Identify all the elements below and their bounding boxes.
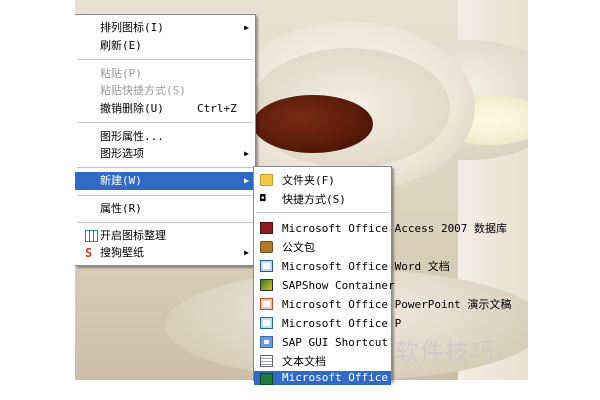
text-document-icon — [260, 355, 273, 367]
wallpaper-tea — [253, 95, 373, 153]
submenu-item-label: 公文包 — [282, 241, 315, 254]
submenu-item-label: Microsoft Office Word 文档 — [282, 260, 450, 273]
menu-item-graphics-options[interactable]: 图形选项 ▶ — [75, 145, 255, 163]
word-icon — [260, 260, 273, 272]
menu-item-arrange-icons[interactable]: 排列图标(I) ▶ — [75, 19, 255, 37]
menu-item-label: 新建(W) — [100, 174, 142, 187]
submenu-item-excel[interactable]: Microsoft Office E — [254, 371, 391, 385]
shortcut-icon: ◘ — [260, 194, 266, 204]
watermark-text: 软件技巧 — [395, 338, 495, 366]
submenu-item-label: Microsoft Office Access 2007 数据库 — [282, 222, 508, 235]
sap-show-icon — [260, 279, 273, 291]
menu-item-paste-shortcut[interactable]: 粘贴快捷方式(S) — [75, 82, 255, 100]
submenu-item-label: Microsoft Office PowerPoint 演示文稿 — [282, 298, 512, 311]
menu-item-paste[interactable]: 粘贴(P) — [75, 65, 255, 83]
sogou-icon: S — [85, 246, 93, 260]
menu-item-new[interactable]: 新建(W) ▶ — [75, 172, 255, 190]
submenu-item-label: 文件夹(F) — [282, 174, 335, 187]
submenu-item-sap-gui-shortcut[interactable]: SAP GUI Shortcut — [254, 333, 391, 352]
submenu-arrow-icon: ▶ — [244, 23, 249, 32]
menu-item-icon-organizer[interactable]: 开启图标整理 — [75, 227, 255, 245]
desktop-context-menu: 排列图标(I) ▶ 刷新(E) 粘贴(P) 粘贴快捷方式(S) 撤销删除(U) … — [75, 14, 256, 266]
menu-separator — [77, 222, 253, 223]
submenu-arrow-icon: ▶ — [244, 176, 249, 185]
menu-item-refresh[interactable]: 刷新(E) — [75, 37, 255, 55]
menu-separator — [77, 195, 253, 196]
menu-item-label: 属性(R) — [100, 202, 142, 215]
menu-item-label: 撤销删除(U) — [100, 102, 164, 115]
submenu-item-publisher[interactable]: Microsoft Office P — [254, 314, 401, 333]
submenu-item-label: 文本文档 — [282, 355, 326, 368]
menu-separator — [77, 167, 253, 168]
submenu-arrow-icon: ▶ — [244, 248, 249, 257]
excel-icon — [260, 373, 273, 385]
publisher-icon — [260, 317, 273, 329]
menu-item-undo-delete[interactable]: 撤销删除(U) Ctrl+Z — [75, 100, 255, 118]
menu-item-graphics-properties[interactable]: 图形属性... — [75, 128, 255, 146]
submenu-item-label: 快捷方式(S) — [282, 193, 346, 206]
menu-item-label: 排列图标(I) — [100, 21, 164, 34]
menu-separator — [256, 212, 389, 213]
menu-item-label: 刷新(E) — [100, 39, 142, 52]
submenu-item-label: SAP GUI Shortcut — [282, 336, 388, 349]
menu-item-label: 粘贴快捷方式(S) — [100, 84, 186, 97]
menu-item-label: 粘贴(P) — [100, 67, 142, 80]
submenu-item-shortcut[interactable]: ◘ 快捷方式(S) — [254, 190, 391, 209]
grid-icon — [85, 230, 98, 242]
submenu-item-label: SAPShow Container — [282, 279, 395, 292]
submenu-item-briefcase[interactable]: 公文包 — [254, 238, 391, 257]
folder-icon — [260, 174, 273, 186]
menu-item-properties[interactable]: 属性(R) — [75, 200, 255, 218]
menu-item-sogou-wallpaper[interactable]: S 搜狗壁纸 ▶ — [75, 244, 255, 262]
new-submenu: 文件夹(F) ◘ 快捷方式(S) Microsoft Office Access… — [253, 166, 511, 385]
submenu-item-sapshow[interactable]: SAPShow Container — [254, 276, 395, 295]
submenu-item-label: Microsoft Office P — [282, 317, 402, 330]
submenu-item-access[interactable]: Microsoft Office Access 2007 数据库 — [254, 219, 507, 238]
menu-separator — [77, 59, 253, 60]
submenu-item-folder[interactable]: 文件夹(F) — [254, 171, 391, 190]
menu-separator — [77, 122, 253, 123]
submenu-item-label: Microsoft Office E — [282, 371, 391, 384]
menu-item-label: 搜狗壁纸 — [100, 246, 144, 259]
access-icon — [260, 222, 273, 234]
submenu-item-text-document[interactable]: 文本文档 — [254, 352, 391, 371]
menu-item-shortcut: Ctrl+Z — [197, 102, 237, 115]
submenu-item-word[interactable]: Microsoft Office Word 文档 — [254, 257, 450, 276]
menu-item-label: 开启图标整理 — [100, 229, 166, 242]
powerpoint-icon — [260, 298, 273, 310]
submenu-arrow-icon: ▶ — [244, 149, 249, 158]
briefcase-icon — [260, 241, 273, 253]
submenu-item-powerpoint[interactable]: Microsoft Office PowerPoint 演示文稿 — [254, 295, 511, 314]
sap-gui-icon — [260, 336, 273, 348]
menu-item-label: 图形属性... — [100, 130, 164, 143]
menu-item-label: 图形选项 — [100, 147, 144, 160]
